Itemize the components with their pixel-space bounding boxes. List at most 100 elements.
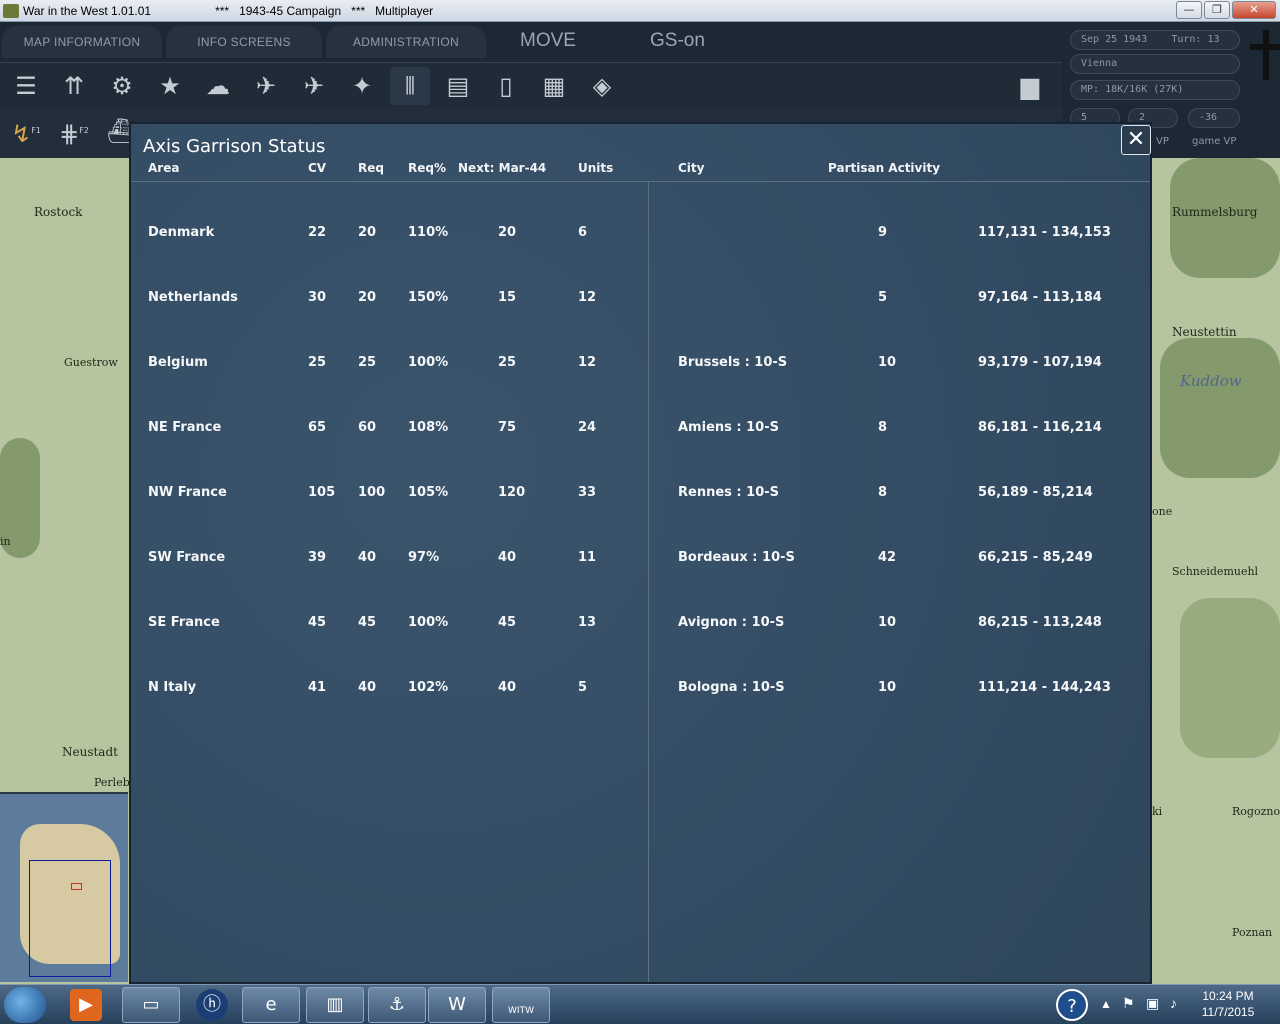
mode-button[interactable]: MOVE (520, 30, 576, 52)
volume-icon[interactable]: ♪ (1170, 995, 1177, 1011)
cell-reqpct: 110% (408, 225, 449, 240)
map-label-partial: one (1152, 505, 1173, 518)
cell-area: NW France (148, 485, 227, 500)
date-text: Sep 25 1943 (1081, 34, 1148, 45)
tray-expand-icon[interactable]: ▲ (1100, 997, 1112, 1011)
unit-list-icon[interactable]: ☰ (6, 67, 46, 105)
cell-reqpct: 100% (408, 615, 449, 630)
paradrop-icon[interactable]: ◈ (582, 67, 622, 105)
map-label-guestrow: Guestrow (64, 356, 118, 369)
header-req: Req (358, 161, 384, 175)
date-turn-readout: Sep 25 1943 Turn: 13 (1070, 30, 1240, 50)
production-icon[interactable]: ▤ (438, 67, 478, 105)
minimap[interactable] (0, 792, 128, 982)
start-button[interactable] (4, 987, 46, 1023)
header-units: Units (578, 161, 614, 175)
move-mode-icon[interactable]: ↯F1 (6, 112, 46, 150)
cell-range: 97,164 - 113,184 (978, 290, 1102, 305)
explorer-icon[interactable]: ▭ (122, 987, 180, 1023)
cell-reqpct: 150% (408, 290, 449, 305)
maximize-button[interactable]: ❐ (1204, 1, 1230, 19)
clock[interactable]: 10:24 PM 11/7/2015 (1198, 989, 1258, 1019)
header-next: Next: Mar-44 (458, 161, 547, 175)
cell-reqpct: 100% (408, 355, 449, 370)
witp-icon[interactable]: ⚓ (368, 987, 426, 1023)
weather-icon[interactable]: ☁ (198, 67, 238, 105)
game-vp-label: game VP (1192, 136, 1237, 147)
gs-toggle[interactable]: GS-on (650, 30, 705, 52)
cell-reqpct: 97% (408, 550, 440, 565)
cell-next: 25 (498, 355, 517, 370)
tab-info-screens[interactable]: INFO SCREENS (166, 26, 322, 58)
window-title: War in the West 1.01.01 (23, 3, 152, 18)
cell-units: 5 (578, 680, 588, 695)
cell-next: 120 (498, 485, 526, 500)
card-icon[interactable]: ▯ (486, 67, 526, 105)
mp-readout: MP: 18K/16K (27K) (1070, 80, 1240, 100)
cell-city: Bordeaux : 10-S (678, 550, 795, 565)
cell-partisan: 8 (878, 485, 888, 500)
cell-city: Brussels : 10-S (678, 355, 788, 370)
bomb-icon[interactable]: ✦ (342, 67, 382, 105)
gear-icon[interactable]: ⚙ (102, 67, 142, 105)
map-label-rummelsburg: Rummelsburg (1172, 205, 1258, 219)
internet-explorer-icon[interactable]: e (242, 987, 300, 1023)
cell-next: 20 (498, 225, 517, 240)
media-player-icon[interactable]: ▶ (70, 989, 102, 1021)
cell-range: 66,215 - 85,249 (978, 550, 1093, 565)
app-icon (3, 3, 19, 18)
minimap-viewport[interactable] (29, 860, 111, 977)
forest-area (1160, 338, 1280, 478)
cell-cv: 39 (308, 550, 327, 565)
cell-reqpct: 102% (408, 680, 449, 695)
units-icon[interactable]: ⫴ (390, 67, 430, 105)
cell-city: Rennes : 10-S (678, 485, 779, 500)
hills-area (1180, 598, 1280, 758)
garrison-status-dialog: Axis Garrison Status ✕ Area CV Req Req% … (129, 122, 1152, 984)
map-label-perleb: Perleb (94, 776, 130, 789)
cell-req: 25 (358, 355, 377, 370)
star-icon[interactable]: ★ (150, 67, 190, 105)
cell-range: 86,215 - 113,248 (978, 615, 1102, 630)
rail-mode-icon[interactable]: ⋕F2 (54, 112, 94, 150)
iron-cross-icon-bar (1250, 44, 1280, 50)
cell-city: Bologna : 10-S (678, 680, 785, 695)
hp-icon[interactable]: ⓗ (196, 989, 228, 1021)
cell-partisan: 8 (878, 420, 888, 435)
word-icon[interactable]: W (428, 987, 486, 1023)
minimap-selection (71, 883, 82, 890)
cell-reqpct: 108% (408, 420, 449, 435)
map-label-partial: ki (1152, 805, 1163, 818)
reinforce-icon[interactable]: ⇈ (54, 67, 94, 105)
help-icon[interactable]: ? (1056, 989, 1088, 1021)
cell-reqpct: 105% (408, 485, 449, 500)
map-label-kuddow: Kuddow (1180, 372, 1242, 390)
cell-units: 11 (578, 550, 597, 565)
cell-cv: 105 (308, 485, 336, 500)
cell-partisan: 5 (878, 290, 888, 305)
hq-readout: Vienna (1070, 54, 1240, 74)
header-divider (131, 181, 1150, 182)
chart-icon[interactable]: ▦ (534, 67, 574, 105)
tab-administration[interactable]: ADMINISTRATION (326, 26, 486, 58)
cell-area: SW France (148, 550, 226, 565)
cell-cv: 41 (308, 680, 327, 695)
cell-next: 75 (498, 420, 517, 435)
air-icon[interactable]: ✈ (246, 67, 286, 105)
flag-icon[interactable]: ⚑ (1122, 995, 1135, 1012)
app-icon-blue[interactable]: ▥ (306, 987, 364, 1023)
plane-icon[interactable]: ✈ (294, 67, 334, 105)
vp-label: VP (1156, 136, 1169, 147)
top-menu-bar: MAP INFORMATION INFO SCREENS ADMINISTRAT… (0, 22, 1062, 62)
tab-map-information[interactable]: MAP INFORMATION (2, 26, 162, 58)
cell-req: 40 (358, 680, 377, 695)
minimize-button[interactable]: — (1176, 1, 1202, 19)
cell-range: 117,131 - 134,153 (978, 225, 1111, 240)
stats-icon[interactable]: ▆ (1010, 67, 1050, 105)
map-label-poznan: Poznan (1232, 926, 1273, 939)
witw-taskbar-button[interactable]: WITW (492, 987, 550, 1023)
window-close-button[interactable]: ✕ (1232, 1, 1276, 19)
cell-next: 45 (498, 615, 517, 630)
dialog-close-button[interactable]: ✕ (1121, 125, 1151, 155)
network-icon[interactable]: ▣ (1146, 995, 1159, 1012)
